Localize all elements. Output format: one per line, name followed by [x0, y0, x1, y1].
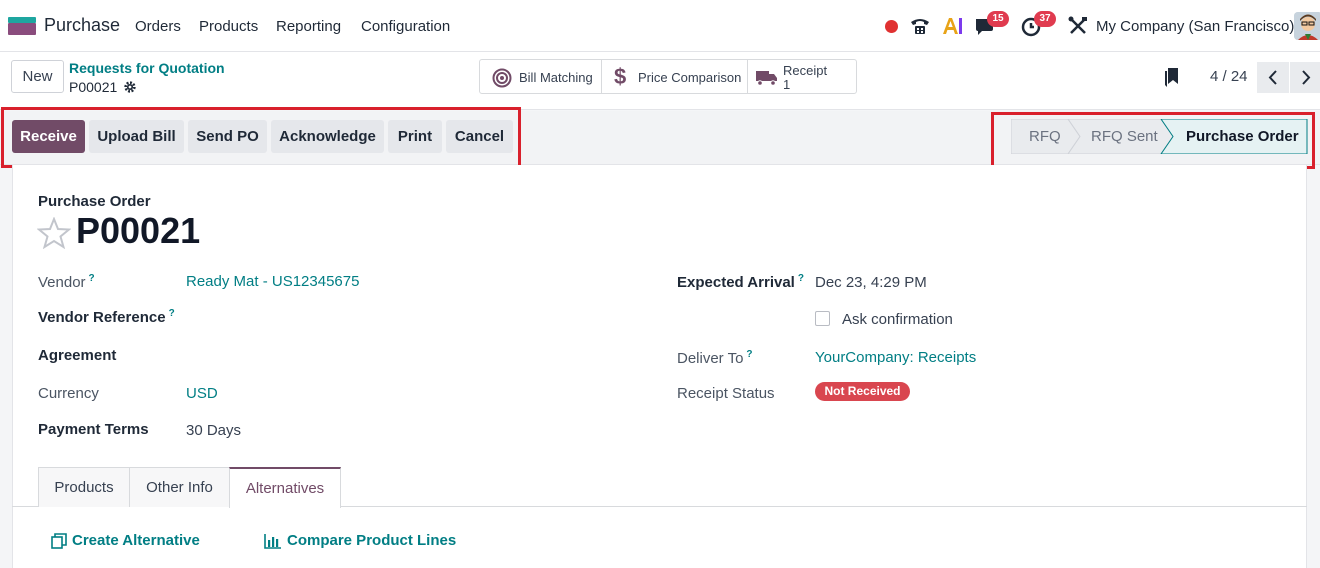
vendor-label: Vendor?	[38, 273, 95, 291]
star-icon[interactable]	[37, 217, 71, 249]
create-alternative-label: Create Alternative	[72, 532, 200, 549]
target-icon	[492, 68, 512, 88]
create-alternative-button[interactable]: Create Alternative	[51, 532, 201, 552]
doc-type-label: Purchase Order	[38, 193, 151, 210]
currency-label: Currency	[38, 385, 99, 402]
receipt-status-badge: Not Received	[815, 382, 910, 401]
bar-chart-icon	[264, 534, 281, 549]
receipt-count: 1	[783, 77, 791, 92]
deliver-to-field[interactable]: YourCompany: Receipts	[815, 349, 976, 366]
breadcrumb-rfq[interactable]: Requests for Quotation	[69, 60, 225, 76]
recording-dot-icon[interactable]	[885, 20, 898, 33]
menu-reporting[interactable]: Reporting	[276, 18, 341, 35]
ai-icon[interactable]	[940, 14, 964, 38]
messages-badge: 15	[987, 11, 1009, 27]
ask-confirmation-checkbox[interactable]	[815, 311, 830, 326]
dollar-icon: $	[614, 64, 627, 89]
currency-field[interactable]: USD	[186, 385, 218, 402]
phone-icon[interactable]	[908, 14, 932, 38]
help-icon[interactable]: ?	[89, 273, 95, 284]
vendor-reference-field[interactable]	[186, 304, 616, 330]
price-comparison-label: Price Comparison	[638, 70, 742, 85]
app-name[interactable]: Purchase	[44, 15, 120, 36]
tab-other-info[interactable]: Other Info	[129, 467, 230, 507]
company-switcher[interactable]: My Company (San Francisco)	[1096, 18, 1294, 35]
highlight-actions-box	[1, 107, 521, 168]
price-comparison-button[interactable]: $ Price Comparison	[602, 60, 748, 93]
vendor-reference-label: Vendor Reference?	[38, 308, 175, 326]
settings-tools-icon[interactable]	[1066, 14, 1090, 38]
purchase-app-icon[interactable]	[8, 17, 36, 35]
top-navbar: Purchase Orders Products Reporting Confi…	[0, 0, 1320, 52]
pager-next-button[interactable]	[1290, 62, 1320, 93]
help-icon[interactable]: ?	[169, 308, 175, 319]
help-icon[interactable]: ?	[746, 349, 752, 360]
copy-icon	[51, 533, 67, 549]
pager-previous-button[interactable]	[1257, 62, 1289, 93]
help-icon[interactable]: ?	[798, 273, 804, 284]
tab-alternatives[interactable]: Alternatives	[229, 467, 341, 508]
vendor-field[interactable]: Ready Mat - US12345675	[186, 273, 359, 290]
highlight-stages-box	[991, 112, 1315, 169]
bill-matching-button[interactable]: Bill Matching	[480, 60, 602, 93]
avatar-icon	[1294, 12, 1320, 40]
user-avatar[interactable]	[1294, 12, 1320, 40]
agreement-field[interactable]	[186, 342, 616, 368]
receipt-label: Receipt	[783, 63, 828, 78]
receipt-status-label: Receipt Status	[677, 385, 775, 402]
agreement-label: Agreement	[38, 347, 117, 364]
control-panel: New Requests for Quotation P00021 Bill M…	[0, 52, 1320, 110]
menu-products[interactable]: Products	[199, 18, 258, 35]
deliver-to-label: Deliver To?	[677, 349, 753, 367]
chevron-left-icon	[1268, 70, 1277, 85]
ask-confirmation-label: Ask confirmation	[842, 311, 953, 328]
payment-terms-field[interactable]: 30 Days	[186, 422, 241, 439]
record-name: P00021	[69, 79, 118, 95]
bill-matching-label: Bill Matching	[519, 70, 593, 85]
record-title: P00021	[76, 210, 201, 251]
statusbar: Receive Upload Bill Send PO Acknowledge …	[0, 107, 1320, 169]
chevron-right-icon	[1302, 70, 1311, 85]
payment-terms-label: Payment Terms	[38, 421, 149, 438]
pager-value[interactable]: 4 / 24	[1210, 68, 1248, 85]
gear-icon[interactable]	[123, 80, 137, 94]
tab-products[interactable]: Products	[38, 467, 130, 507]
smart-buttons: Bill Matching $ Price Comparison Receipt…	[479, 59, 857, 94]
expected-arrival-field[interactable]: Dec 23, 4:29 PM	[815, 274, 927, 291]
expected-arrival-label: Expected Arrival?	[677, 273, 804, 291]
new-button[interactable]: New	[11, 60, 64, 93]
activities-badge: 37	[1034, 11, 1056, 27]
receipt-button[interactable]: Receipt 1	[748, 60, 856, 93]
menu-configuration[interactable]: Configuration	[361, 18, 450, 35]
truck-icon	[756, 71, 777, 86]
bookmark-icon[interactable]	[1164, 68, 1180, 88]
compare-product-lines-label: Compare Product Lines	[287, 532, 457, 549]
compare-product-lines-button[interactable]: Compare Product Lines	[264, 532, 457, 552]
menu-orders[interactable]: Orders	[135, 18, 181, 35]
